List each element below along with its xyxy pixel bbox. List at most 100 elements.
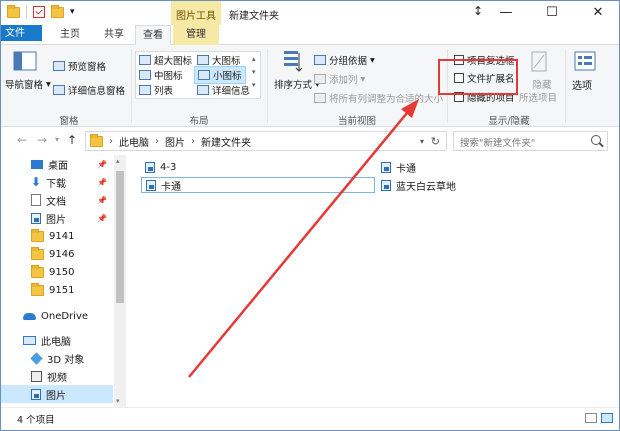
breadcrumb-pictures[interactable]: 图片: [165, 134, 185, 149]
image-file-icon: [381, 161, 391, 173]
maximize-button[interactable]: ☐: [529, 1, 575, 25]
nav-item-downloads[interactable]: ⬇ 下载 📌: [1, 173, 113, 191]
add-columns-icon: [314, 74, 326, 84]
group-divider: [131, 49, 132, 123]
nav-scrollbar[interactable]: ▴ ▾: [114, 155, 126, 407]
image-file-icon: [145, 161, 155, 173]
folder-icon: [31, 246, 44, 260]
file-scrollbar[interactable]: [609, 155, 619, 407]
nav-item-this-pc[interactable]: 此电脑: [1, 331, 113, 349]
file-pane: 4-3 卡通 卡通 蓝天白云草地: [127, 155, 619, 407]
file-item[interactable]: 卡通: [377, 159, 416, 175]
layout-scroll-icon[interactable]: ▴ ▾ ▾: [252, 53, 256, 92]
scroll-down-icon[interactable]: ▾: [116, 397, 120, 405]
folder-icon: [31, 282, 44, 296]
group-by-icon: [314, 55, 326, 65]
hide-selected-label[interactable]: 隐藏: [529, 77, 555, 91]
nav-item-documents[interactable]: 文档 📌: [1, 191, 113, 209]
layout-list[interactable]: 列表: [139, 83, 173, 97]
breadcrumb-new-folder[interactable]: 新建文件夹: [201, 134, 251, 149]
tab-home[interactable]: 主页: [49, 25, 91, 45]
tab-file[interactable]: 文件: [1, 25, 42, 41]
pin-icon[interactable]: 📌: [97, 178, 107, 187]
group-label-current-view: 当前视图: [337, 116, 376, 127]
layout-medium-icons[interactable]: 中图标: [139, 68, 183, 82]
file-item-renaming[interactable]: 卡通: [141, 177, 375, 193]
scroll-up-icon[interactable]: ▴: [116, 157, 120, 165]
add-columns-button[interactable]: 添加列 ▾: [314, 72, 365, 86]
breadcrumb-separator-icon: ›: [191, 135, 195, 147]
nav-item-folder[interactable]: 9146: [1, 245, 113, 263]
nav-item-folder[interactable]: 9141: [1, 227, 113, 245]
nav-item-3d-objects[interactable]: 3D 对象: [1, 349, 113, 367]
nav-item-folder[interactable]: 9150: [1, 263, 113, 281]
nav-item-videos[interactable]: 视频: [1, 367, 113, 385]
qat-dropdown[interactable]: ▾: [70, 7, 75, 17]
ribbon-tabs: 文件 主页 共享 查看 管理: [1, 25, 619, 45]
address-row: ← → ▾ ↑ › 此电脑 › 图片 › 新建文件夹 ▾ ↻ 搜索"新建文件夹": [1, 127, 619, 155]
nav-item-onedrive[interactable]: OneDrive: [1, 307, 113, 325]
pin-icon[interactable]: 📌: [97, 196, 107, 205]
close-button[interactable]: ✕: [575, 1, 619, 25]
annotation-highlight-box: [438, 59, 518, 95]
nav-item-folder[interactable]: 9151: [1, 281, 113, 299]
folder-icon: [31, 228, 44, 242]
breadcrumb-this-pc[interactable]: 此电脑: [119, 134, 149, 149]
file-item[interactable]: 4-3: [141, 159, 176, 175]
properties-icon[interactable]: [33, 6, 45, 18]
layout-large-icons[interactable]: 大图标: [197, 53, 241, 67]
ribbon: 导航窗格 ▾ 预览窗格 详细信息窗格 窗格 超大图标 大图标 中图标 小图标 列表…: [1, 45, 619, 127]
window-controls: — ☐ ✕: [483, 1, 619, 25]
new-folder-icon[interactable]: [51, 4, 64, 18]
sort-by-button[interactable]: 排序方式 ▾: [274, 77, 320, 92]
group-label-pane: 窗格: [59, 116, 79, 127]
options-icon[interactable]: [574, 51, 596, 76]
recent-locations-icon[interactable]: ▾: [55, 135, 59, 144]
tab-share[interactable]: 共享: [93, 25, 135, 45]
options-button[interactable]: 选项: [572, 77, 592, 92]
nav-scrollbar-thumb[interactable]: [116, 171, 124, 303]
hide-selected-icon[interactable]: [531, 51, 547, 76]
tab-manage[interactable]: 管理: [173, 25, 219, 45]
sort-icon[interactable]: [282, 49, 303, 76]
refresh-icon[interactable]: ↻: [431, 135, 440, 148]
cube-icon: [30, 351, 43, 365]
navigation-pane-button[interactable]: 导航窗格 ▾: [5, 77, 51, 92]
large-icons-view-icon[interactable]: [601, 413, 613, 423]
breadcrumb-separator-icon: ›: [155, 135, 159, 147]
file-item[interactable]: 蓝天白云草地: [377, 177, 456, 193]
nav-item-desktop[interactable]: 桌面 📌: [1, 155, 113, 173]
medium-icons-icon: [139, 70, 151, 80]
nav-item-pictures[interactable]: 图片 📌: [1, 209, 113, 227]
size-columns-icon: [314, 93, 326, 103]
navigation-pane-icon[interactable]: [13, 51, 37, 76]
up-icon[interactable]: ↑: [67, 133, 77, 147]
back-icon[interactable]: ←: [17, 133, 27, 147]
minimize-button[interactable]: —: [483, 1, 529, 25]
desktop-icon: [31, 159, 43, 169]
address-bar[interactable]: › 此电脑 › 图片 › 新建文件夹 ▾ ↻: [85, 131, 447, 151]
details-view-icon[interactable]: [585, 413, 597, 423]
group-label-show-hide: 显示/隐藏: [488, 116, 530, 127]
forward-icon[interactable]: →: [37, 133, 47, 147]
search-input[interactable]: 搜索"新建文件夹": [453, 131, 608, 151]
layout-small-icons[interactable]: 小图标: [194, 66, 246, 84]
group-divider: [565, 49, 566, 123]
tab-view[interactable]: 查看: [135, 25, 171, 45]
address-dropdown-icon[interactable]: ▾: [420, 137, 424, 146]
nav-item-pictures-pc[interactable]: 图片: [1, 385, 113, 403]
layout-extra-large-icons[interactable]: 超大图标: [139, 53, 192, 67]
preview-pane-button[interactable]: 预览窗格: [53, 59, 106, 73]
size-columns-button[interactable]: 将所有列调整为合适的大小: [314, 91, 443, 105]
pin-icon[interactable]: 📌: [97, 160, 107, 169]
status-bar: 4 个项目: [1, 407, 619, 430]
picture-tools-tab: 图片工具: [171, 1, 221, 25]
details-pane-button[interactable]: 详细信息窗格: [53, 83, 125, 97]
group-by-button[interactable]: 分组依据 ▾: [314, 53, 375, 67]
search-icon: [591, 135, 601, 145]
layout-details[interactable]: 详细信息: [197, 83, 250, 97]
hide-selected-sublabel[interactable]: 所选项目: [519, 90, 557, 104]
navigation-pane: 桌面 📌 ⬇ 下载 📌 文档 📌 图片 📌 9141 9146 9150 9151 On…: [1, 155, 127, 407]
pin-icon[interactable]: 📌: [97, 214, 107, 223]
document-icon: [31, 194, 41, 206]
